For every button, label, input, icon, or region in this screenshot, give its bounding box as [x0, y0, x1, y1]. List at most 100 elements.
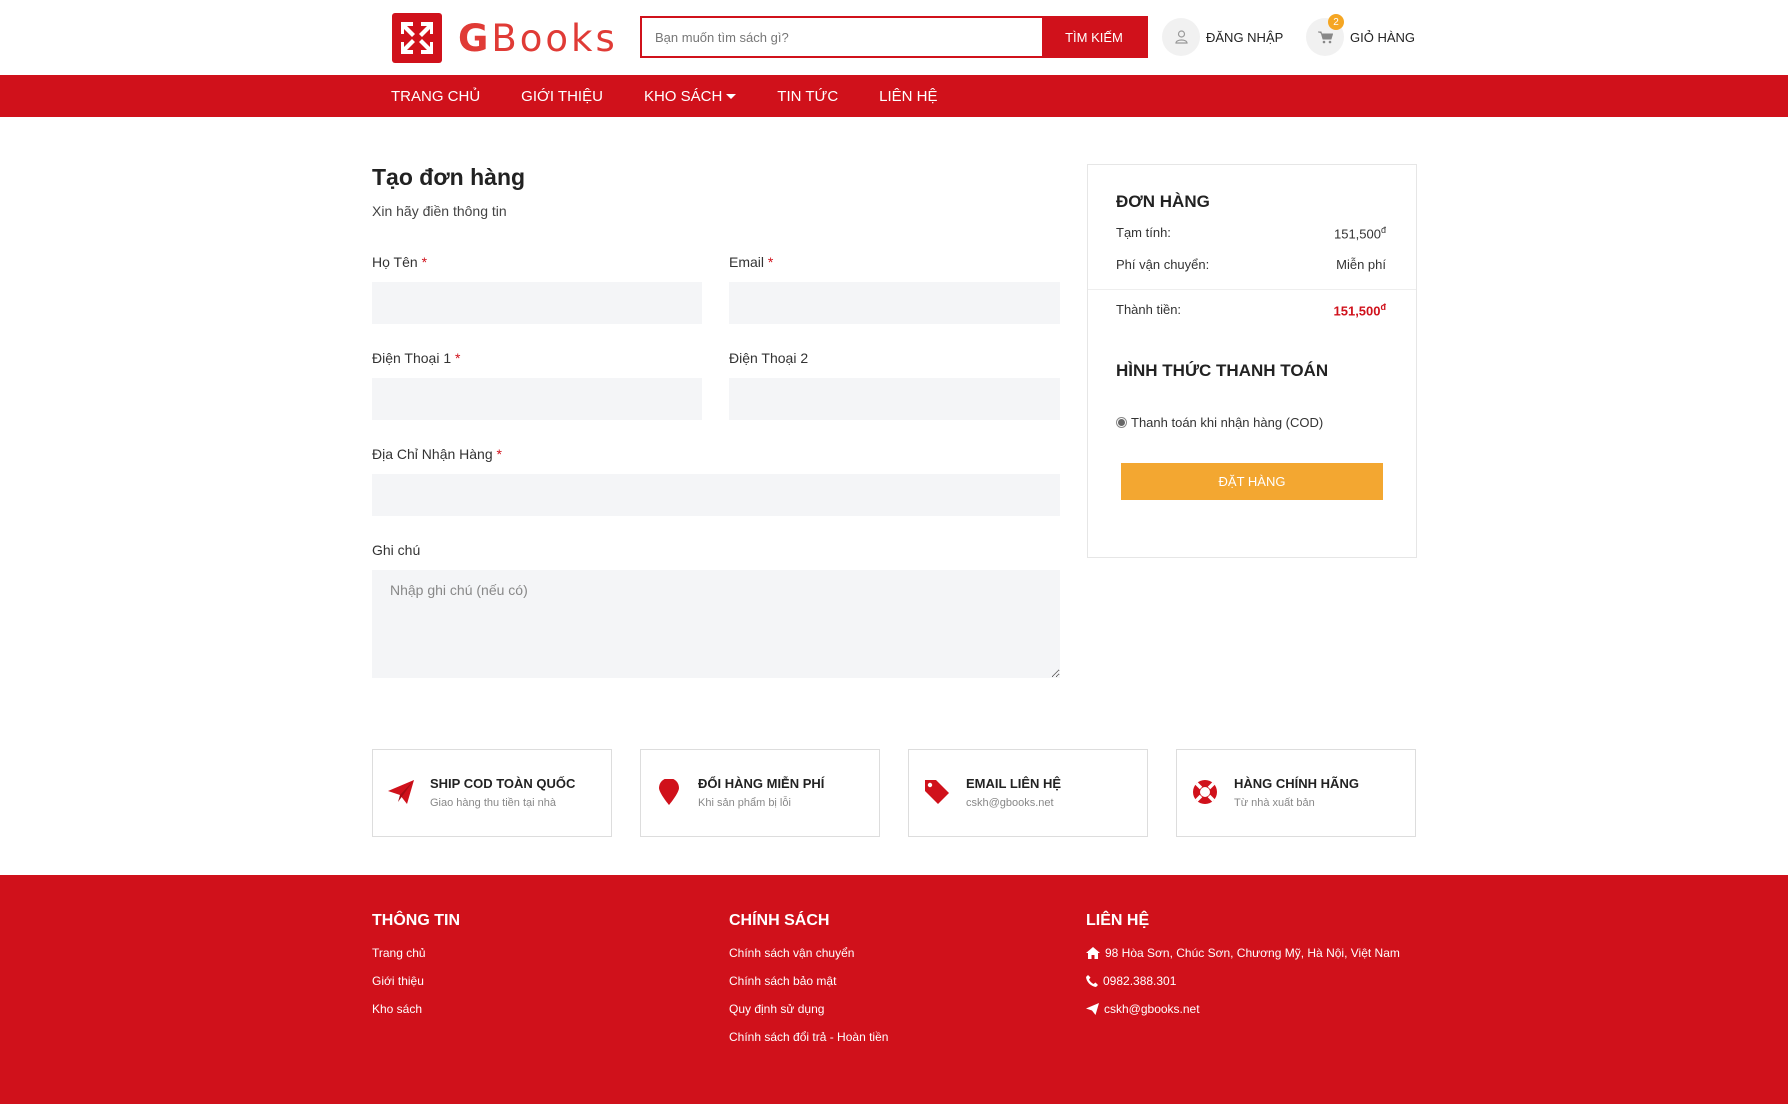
logo-text-g: G [458, 16, 492, 60]
search-button[interactable]: TÌM KIẾM [1042, 18, 1146, 56]
address-field-group: Địa Chỉ Nhận Hàng * [372, 446, 1060, 516]
nav-item-home[interactable]: TRANG CHỦ [391, 88, 480, 105]
feature-subtitle: Khi sản phẩm bị lỗi [698, 797, 791, 809]
payment-option-cod[interactable]: Thanh toán khi nhận hàng (COD) [1116, 415, 1323, 430]
phone2-input[interactable] [729, 378, 1060, 420]
tag-icon [923, 778, 951, 806]
email-input[interactable] [729, 282, 1060, 324]
note-field-group: Ghi chú [372, 542, 1060, 678]
paper-plane-icon [1086, 1003, 1099, 1015]
shipping-label: Phí vận chuyển: [1116, 257, 1210, 272]
logo[interactable]: GBooks [392, 13, 618, 63]
address-label-text: Địa Chỉ Nhận Hàng [372, 446, 493, 462]
name-label: Họ Tên * [372, 254, 702, 270]
shipping-value: Miễn phí [1336, 257, 1386, 272]
payment-option-label: Thanh toán khi nhận hàng (COD) [1131, 415, 1324, 430]
feature-title: HÀNG CHÍNH HÃNG [1234, 776, 1359, 791]
required-mark: * [421, 254, 428, 270]
footer-link-shipping-policy[interactable]: Chính sách vận chuyển [729, 946, 888, 974]
cart-icon: 2 [1306, 14, 1344, 56]
feature-box: HÀNG CHÍNH HÃNG Từ nhà xuất bản [1176, 749, 1416, 837]
feature-subtitle: Từ nhà xuất bản [1234, 797, 1315, 809]
total-amount: 151,500 [1333, 303, 1381, 319]
name-label-text: Họ Tên [372, 254, 418, 270]
email-label-text: Email [729, 254, 765, 270]
nav-item-contact[interactable]: LIÊN HỆ [879, 88, 937, 105]
address-label: Địa Chỉ Nhận Hàng * [372, 446, 1060, 462]
note-textarea[interactable] [372, 570, 1060, 678]
footer-email-text: cskh@gbooks.net [1104, 1002, 1200, 1016]
footer-contact-column: LIÊN HỆ 98 Hòa Sơn, Chúc Sơn, Chương Mỹ,… [1086, 912, 1400, 1030]
page-subtitle: Xin hãy điền thông tin [372, 203, 507, 219]
footer-link-terms[interactable]: Quy định sử dụng [729, 1002, 888, 1030]
paper-plane-icon [387, 778, 415, 806]
currency-symbol: đ [1380, 225, 1386, 235]
user-icon [1162, 18, 1200, 56]
total-row: Thành tiền: 151,500đ [1116, 302, 1386, 318]
name-field-group: Họ Tên * [372, 254, 702, 324]
footer-email[interactable]: cskh@gbooks.net [1086, 1002, 1400, 1030]
summary-title: ĐƠN HÀNG [1116, 192, 1210, 211]
subtotal-amount: 151,500 [1333, 226, 1381, 242]
email-label: Email * [729, 254, 1060, 270]
footer-phone-text: 0982.388.301 [1103, 974, 1177, 988]
search-bar: TÌM KIẾM [640, 16, 1148, 58]
required-mark: * [455, 350, 461, 366]
note-label: Ghi chú [372, 542, 421, 558]
footer-phone[interactable]: 0982.388.301 [1086, 974, 1400, 1002]
phone-icon [1086, 975, 1098, 987]
nav-item-news[interactable]: TIN TỨC [777, 88, 838, 105]
subtotal-value: 151,500đ [1334, 225, 1386, 241]
feature-box: ĐỔI HÀNG MIỄN PHÍ Khi sản phẩm bị lỗi [640, 749, 880, 837]
footer-link-about[interactable]: Giới thiệu [372, 974, 460, 1002]
subtotal-label: Tạm tính: [1116, 225, 1171, 240]
login-label: ĐĂNG NHẬP [1206, 29, 1284, 45]
order-summary: ĐƠN HÀNG Tạm tính: 151,500đ Phí vận chuy… [1087, 164, 1417, 558]
footer-policy-title: CHÍNH SÁCH [729, 912, 830, 929]
email-field-group: Email * [729, 254, 1060, 324]
feature-title: SHIP COD TOÀN QUỐC [430, 776, 576, 791]
search-input[interactable] [642, 18, 1042, 56]
logo-text-rest: Books [491, 16, 618, 60]
main-nav: TRANG CHỦ GIỚI THIỆU KHO SÁCH TIN TỨC LI… [0, 75, 1788, 117]
nav-item-books[interactable]: KHO SÁCH [643, 87, 737, 105]
home-icon [1086, 947, 1100, 959]
address-input[interactable] [372, 474, 1060, 516]
feature-subtitle: Giao hàng thu tiền tại nhà [430, 797, 556, 809]
feature-title: EMAIL LIÊN HỆ [966, 776, 1062, 791]
footer-link-books[interactable]: Kho sách [372, 1002, 460, 1030]
nav-item-about[interactable]: GIỚI THIỆU [521, 88, 603, 105]
site-header: GBooks TÌM KIẾM ĐĂNG NHẬP 2 GIỎ HÀNG [0, 0, 1788, 75]
required-mark: * [496, 446, 502, 462]
shipping-row: Phí vận chuyển: Miễn phí [1116, 257, 1386, 272]
payment-radio[interactable] [1116, 417, 1127, 428]
footer-link-return-policy[interactable]: Chính sách đổi trả - Hoàn tiền [729, 1030, 888, 1058]
payment-title: HÌNH THỨC THANH TOÁN [1116, 361, 1329, 380]
footer-link-privacy-policy[interactable]: Chính sách bảo mật [729, 974, 888, 1002]
phone1-label: Điện Thoại 1 * [372, 350, 702, 366]
subtotal-row: Tạm tính: 151,500đ [1116, 225, 1386, 241]
lifebuoy-icon [1191, 778, 1219, 806]
footer-policy-column: CHÍNH SÁCH Chính sách vận chuyển Chính s… [729, 912, 888, 1058]
total-label: Thành tiền: [1116, 302, 1182, 317]
cart-count-badge: 2 [1328, 14, 1344, 30]
footer-address: 98 Hòa Sơn, Chúc Sơn, Chương Mỹ, Hà Nội,… [1086, 946, 1400, 974]
place-order-button[interactable]: ĐẶT HÀNG [1121, 463, 1383, 500]
summary-divider [1088, 289, 1416, 290]
footer-info-title: THÔNG TIN [372, 912, 460, 929]
name-input[interactable] [372, 282, 702, 324]
phone1-label-text: Điện Thoại 1 [372, 350, 452, 366]
footer-info-column: THÔNG TIN Trang chủ Giới thiệu Kho sách [372, 912, 460, 1030]
page-title: Tạo đơn hàng [372, 164, 526, 190]
footer-link-home[interactable]: Trang chủ [372, 946, 460, 974]
cart-link[interactable]: 2 GIỎ HÀNG [1306, 14, 1415, 56]
logo-text: GBooks [458, 17, 618, 60]
logo-icon [392, 13, 442, 63]
login-link[interactable]: ĐĂNG NHẬP [1162, 18, 1283, 56]
required-mark: * [767, 254, 774, 270]
feature-title: ĐỔI HÀNG MIỄN PHÍ [698, 776, 825, 791]
phone1-field-group: Điện Thoại 1 * [372, 350, 702, 420]
phone1-input[interactable] [372, 378, 702, 420]
phone2-field-group: Điện Thoại 2 [729, 350, 1060, 420]
nav-item-books-label: KHO SÁCH [643, 87, 723, 105]
